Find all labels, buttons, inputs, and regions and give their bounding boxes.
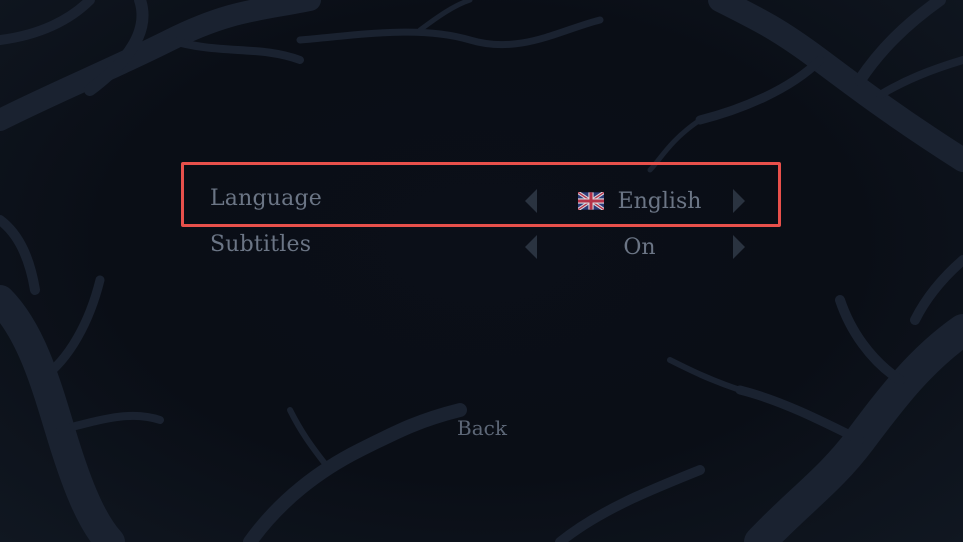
- language-next-arrow-icon[interactable]: [733, 189, 745, 213]
- back-button[interactable]: Back: [440, 412, 524, 444]
- tree-branches-backdrop: [0, 0, 963, 542]
- language-value-text: English: [617, 188, 702, 214]
- subtitles-value: On: [552, 232, 727, 262]
- language-label: Language: [210, 186, 322, 211]
- subtitles-next-arrow-icon[interactable]: [733, 235, 745, 259]
- settings-screen: Language English Subtitles On Back: [0, 0, 963, 542]
- subtitles-label: Subtitles: [210, 232, 312, 257]
- uk-flag-icon: [577, 192, 604, 210]
- subtitles-value-text: On: [623, 234, 656, 260]
- subtitles-previous-arrow-icon[interactable]: [525, 235, 537, 259]
- language-setting-row[interactable]: Language English: [182, 179, 783, 223]
- subtitles-setting-row[interactable]: Subtitles On: [182, 225, 783, 269]
- language-previous-arrow-icon[interactable]: [525, 189, 537, 213]
- language-value: English: [552, 186, 727, 216]
